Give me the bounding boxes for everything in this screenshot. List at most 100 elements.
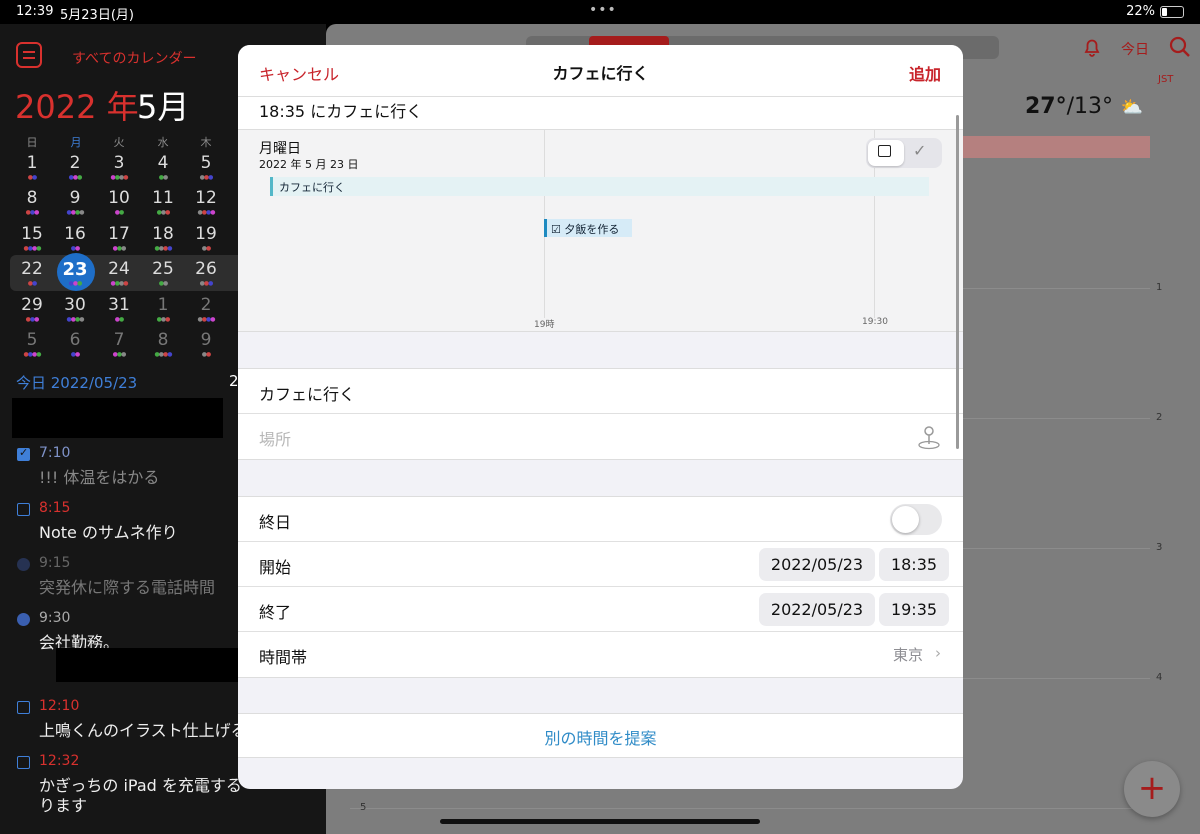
calendar-day-number: 18 [152, 224, 174, 244]
calendar-day[interactable]: 8 ●●● [12, 188, 52, 222]
scrollbar[interactable] [956, 115, 959, 449]
start-time-button[interactable]: 18:35 [879, 548, 949, 581]
event-dots: ●●●● [23, 351, 42, 358]
task-title[interactable]: 上鳴くんのイラスト仕上げる [39, 717, 247, 741]
timeline-date: 2022 年 5 月 23 日 [259, 158, 359, 171]
calendar-day[interactable]: 11 ●●● [143, 188, 183, 222]
battery-percent: 22% [1126, 4, 1155, 19]
title-location-group: カフェに行く 場所 [238, 368, 963, 460]
end-date-button[interactable]: 2022/05/23 [759, 593, 875, 626]
calendar-day[interactable]: 5 ●●●● [12, 330, 52, 364]
calendar-day[interactable]: 25 ●● [143, 259, 183, 293]
location-row[interactable]: 場所 [238, 414, 963, 459]
event-title-field[interactable]: カフェに行く [259, 381, 355, 405]
event-dots: ●●● [199, 280, 214, 287]
all-day-label: 終日 [259, 513, 292, 532]
event-dots: ●●●● [197, 316, 216, 323]
location-pin-icon[interactable] [917, 424, 941, 450]
multitask-dots-icon[interactable]: ••• [589, 2, 617, 18]
timeline-day: 月曜日 [259, 141, 301, 157]
task-checkbox[interactable] [17, 701, 30, 714]
end-time-button[interactable]: 19:35 [879, 593, 949, 626]
calendar-day[interactable]: 12 ●●●● [186, 188, 226, 222]
event-dots: ●●●● [110, 174, 129, 181]
timeline-task-dinner[interactable]: ☑ 夕飯を作る [544, 219, 632, 237]
timezone-row[interactable]: 時間帯 東京 › [238, 632, 963, 677]
today-button[interactable]: 今日 [1121, 39, 1149, 59]
calendar-day[interactable]: 22 ●● [12, 259, 52, 293]
calendar-day[interactable]: 18 ●●●● [143, 224, 183, 258]
hour-label: 1 [1156, 282, 1163, 293]
timeline-event-cafe[interactable]: カフェに行く [270, 177, 929, 196]
calendar-day[interactable]: 1 ●●● [143, 295, 183, 329]
calendar-day[interactable]: 1 ●● [12, 153, 52, 187]
calendar-day[interactable]: 2 ●●●● [186, 295, 226, 329]
location-field[interactable]: 場所 [259, 426, 291, 450]
calendar-day[interactable]: 9 ●● [186, 330, 226, 364]
event-dots: ●●● [68, 174, 83, 181]
task-title[interactable]: Note のサムネ作り [39, 519, 178, 543]
calendar-day[interactable]: 3 ●●●● [99, 153, 139, 187]
calendar-day-number: 16 [64, 224, 86, 244]
calendar-list-icon[interactable] [16, 42, 42, 68]
timeline-time-label: 19:30 [862, 317, 888, 327]
search-icon[interactable] [1169, 36, 1191, 58]
event-dots: ●●●● [66, 209, 85, 216]
mini-calendar-year: 2022 年 [15, 88, 139, 126]
agenda-today-header: 今日 2022/05/23 [16, 374, 138, 392]
status-date: 5月23日(月) [60, 8, 134, 23]
calendar-day[interactable]: 26 ●●● [186, 259, 226, 293]
day-timeline-preview[interactable]: 月曜日 2022 年 5 月 23 日 カフェに行く ☑ 夕飯を作る 19時 1… [238, 130, 963, 332]
calendar-day[interactable]: 10 ●● [99, 188, 139, 222]
suggest-time-button[interactable]: 別の時間を提案 [238, 725, 963, 749]
calendar-day-number: 22 [21, 259, 43, 279]
calendar-day[interactable]: 8 ●●●● [143, 330, 183, 364]
task-checkbox[interactable] [17, 756, 30, 769]
calendar-day-number: 8 [157, 330, 169, 350]
calendar-day[interactable]: 30 ●●●● [55, 295, 95, 329]
checkmark-icon[interactable]: ✓ [913, 141, 926, 160]
bell-icon[interactable] [1082, 37, 1102, 57]
calendar-day[interactable]: 31 ●● [99, 295, 139, 329]
calendar-day-number: 9 [200, 330, 212, 350]
event-dots: ●●● [156, 316, 171, 323]
start-date-button[interactable]: 2022/05/23 [759, 548, 875, 581]
calendar-day[interactable]: 29 ●●● [12, 295, 52, 329]
calendar-day[interactable]: 15 ●●●● [12, 224, 52, 258]
calendar-day[interactable]: 16 ●● [55, 224, 95, 258]
add-event-button[interactable]: + [1124, 761, 1180, 817]
calendar-day[interactable]: 19 ●● [186, 224, 226, 258]
new-event-sheet: キャンセル カフェに行く 追加 18:35 にカフェに行く 月曜日 2022 年… [238, 45, 963, 789]
event-dots: ●●●● [154, 245, 173, 252]
event-dots: ●● [114, 316, 125, 323]
calendar-day[interactable]: 5 ●●● [186, 153, 226, 187]
calendars-filter-label[interactable]: すべてのカレンダー [72, 48, 196, 68]
calendar-day-number: 23 [62, 259, 88, 280]
calendar-day[interactable]: 4 ●● [143, 153, 183, 187]
task-checkbox[interactable] [17, 446, 30, 461]
task-title[interactable]: 突発休に際する電話時間 [39, 574, 215, 598]
all-day-event-bar[interactable] [962, 136, 1150, 158]
event-task-toggle[interactable]: ✓ [866, 138, 942, 168]
hour-label: 3 [1156, 542, 1163, 553]
calendar-day[interactable]: 23 ●●● [55, 259, 95, 293]
calendar-day[interactable]: 2 ●●● [55, 153, 95, 187]
add-button[interactable]: 追加 [909, 61, 941, 85]
task-time: 9:30 [39, 610, 71, 626]
task-checkbox[interactable] [17, 503, 30, 516]
calendar-day-number: 19 [195, 224, 217, 244]
all-day-row[interactable]: 終日 [238, 497, 963, 542]
task-title[interactable]: !!! 体温をはかる [39, 464, 159, 488]
weekday-label: 火 [113, 136, 125, 149]
calendar-day[interactable]: 9 ●●●● [55, 188, 95, 222]
all-day-switch[interactable] [890, 504, 942, 535]
weather-summary: 27°/13° ⛅ [1025, 94, 1143, 119]
calendar-day[interactable]: 6 ●● [55, 330, 95, 364]
calendar-day-number: 9 [69, 188, 81, 208]
event-dots: ●●●● [197, 209, 216, 216]
title-row[interactable]: カフェに行く [238, 369, 963, 414]
calendar-day[interactable]: 7 ●●● [99, 330, 139, 364]
calendar-day[interactable]: 24 ●●●● [99, 259, 139, 293]
sheet-header: キャンセル カフェに行く 追加 [238, 45, 963, 97]
calendar-day[interactable]: 17 ●●● [99, 224, 139, 258]
